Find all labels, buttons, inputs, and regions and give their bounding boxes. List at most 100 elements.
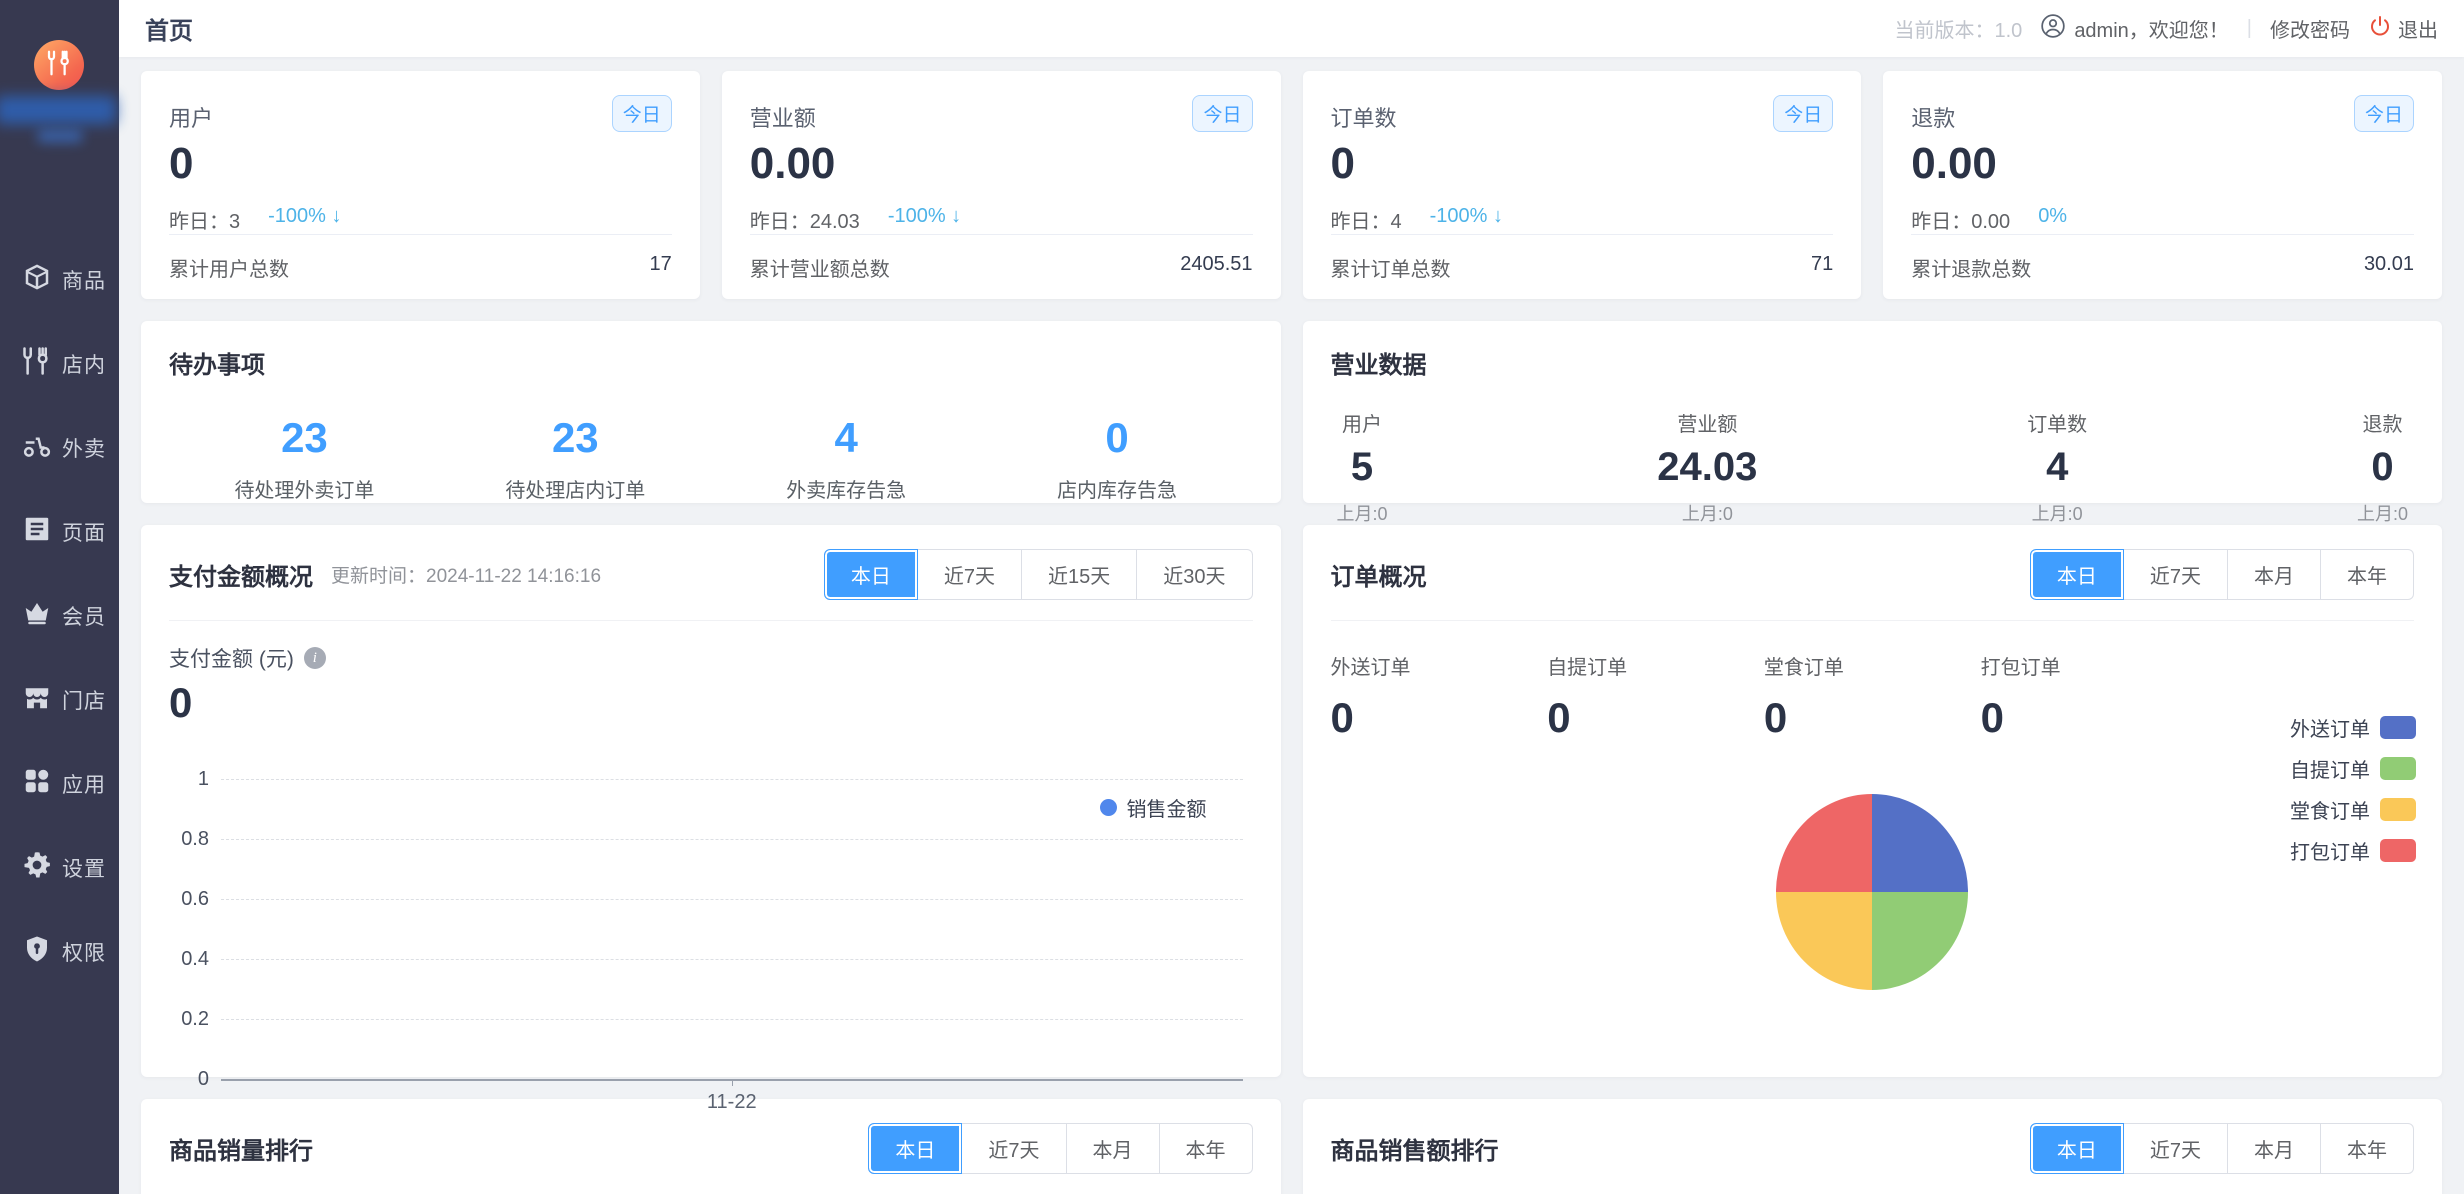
sidebar-item-label: 会员 xyxy=(62,601,106,631)
stat-card-refunds: 退款 今日 0.00 昨日：0.00 0% 累计退款总数 30.01 xyxy=(1883,71,2442,299)
tab-today[interactable]: 本日 xyxy=(868,1123,962,1174)
order-stat-pickup: 自提订单 0 xyxy=(1547,651,1764,742)
legend-swatch-icon xyxy=(2380,757,2416,780)
gridline xyxy=(221,839,1243,840)
today-badge: 今日 xyxy=(612,95,672,132)
divider: | xyxy=(2247,17,2252,40)
orders-range-tabs: 本日 近7天 本月 本年 xyxy=(2030,549,2414,600)
tab-month[interactable]: 本月 xyxy=(2228,549,2321,600)
power-icon xyxy=(2368,14,2392,44)
sidebar-item-settings[interactable]: 设置 xyxy=(0,826,119,910)
sidebar-item-pages[interactable]: 页面 xyxy=(0,490,119,574)
line-legend-sales-amount[interactable]: 销售金额 xyxy=(1100,793,1207,822)
logout-button[interactable]: 退出 xyxy=(2368,14,2438,44)
stat-footer-label: 累计退款总数 xyxy=(1911,253,2031,282)
tab-month[interactable]: 本月 xyxy=(2228,1123,2321,1174)
info-icon[interactable]: i xyxy=(304,647,326,669)
tab-year[interactable]: 本年 xyxy=(2321,1123,2414,1174)
y-axis-tick-label: 0.2 xyxy=(169,1008,209,1031)
pie-legend-packed[interactable]: 打包订单 xyxy=(2290,836,2416,865)
sidebar-item-goods[interactable]: 商品 xyxy=(0,238,119,322)
user-account[interactable]: admin，欢迎您！ xyxy=(2040,13,2228,45)
gridline xyxy=(221,1019,1243,1020)
ranking-amount-title: 商品销售额排行 xyxy=(1331,1131,1499,1166)
tab-today[interactable]: 本日 xyxy=(824,549,918,600)
stat-yesterday: 昨日：24.03 xyxy=(750,205,860,234)
order-stat-dinein: 堂食订单 0 xyxy=(1764,651,1981,742)
stat-card-revenue: 营业额 今日 0.00 昨日：24.03 -100% ↓ 累计营业额总数 240… xyxy=(722,71,1281,299)
cutlery-logo-icon xyxy=(44,48,74,83)
sidebar-item-apps[interactable]: 应用 xyxy=(0,742,119,826)
sidebar-item-stores[interactable]: 门店 xyxy=(0,658,119,742)
gridline xyxy=(221,959,1243,960)
gridline xyxy=(221,899,1243,900)
sidebar-menu: 商品 店内 外卖 页面 会员 门店 应用 设置 xyxy=(0,238,119,994)
tab-today[interactable]: 本日 xyxy=(2030,1123,2124,1174)
sidebar-item-label: 店内 xyxy=(62,349,106,379)
todo-item-takeout-orders[interactable]: 23 待处理外卖订单 xyxy=(169,414,440,503)
y-axis-tick-label: 0.8 xyxy=(169,828,209,851)
page-icon xyxy=(22,514,62,550)
legend-label: 销售金额 xyxy=(1127,793,1207,822)
apps-icon xyxy=(22,766,62,802)
legend-swatch-icon xyxy=(2380,798,2416,821)
username: admin，欢迎您！ xyxy=(2074,14,2228,43)
sidebar-item-label: 页面 xyxy=(62,517,106,547)
cube-icon xyxy=(22,262,62,298)
rankings-row: 商品销量排行 本日 近7天 本月 本年 排名 商品名称 销量 商品销售额排行 本… xyxy=(141,1099,2442,1194)
change-password-link[interactable]: 修改密码 xyxy=(2270,14,2350,43)
tab-30days[interactable]: 近30天 xyxy=(1137,549,1252,600)
tab-month[interactable]: 本月 xyxy=(1067,1123,1160,1174)
y-axis-tick-label: 0 xyxy=(169,1068,209,1091)
payment-overview-card: 支付金额概况 更新时间：2024-11-22 14:16:16 本日 近7天 近… xyxy=(141,525,1281,1077)
stat-footer-label: 累计订单总数 xyxy=(1331,253,1451,282)
app-logo xyxy=(34,40,84,90)
blurred-brand-text xyxy=(0,96,116,124)
top-bar: 首页 当前版本：1.0 admin，欢迎您！ | 修改密码 退出 xyxy=(119,0,2464,57)
pie-legend-pickup[interactable]: 自提订单 xyxy=(2290,754,2416,783)
sidebar-item-label: 权限 xyxy=(62,937,106,967)
update-time: 更新时间：2024-11-22 14:16:16 xyxy=(331,561,601,588)
payment-metric-value: 0 xyxy=(169,679,1253,727)
pie-legend: 外送订单 自提订单 堂食订单 打包订单 xyxy=(2290,713,2416,865)
sidebar-item-members[interactable]: 会员 xyxy=(0,574,119,658)
tab-7days[interactable]: 近7天 xyxy=(962,1123,1066,1174)
todo-item-instore-orders[interactable]: 23 待处理店内订单 xyxy=(440,414,711,503)
tab-year[interactable]: 本年 xyxy=(1160,1123,1253,1174)
sidebar-item-takeout[interactable]: 外卖 xyxy=(0,406,119,490)
todo-title: 待办事项 xyxy=(169,345,1253,380)
user-avatar-icon xyxy=(2040,13,2066,45)
orders-title: 订单概况 xyxy=(1331,557,1427,592)
pie-legend-dinein[interactable]: 堂食订单 xyxy=(2290,795,2416,824)
todo-item-instore-stock[interactable]: 0 店内库存告急 xyxy=(982,414,1253,503)
business-item-orders: 订单数 4 上月:0 xyxy=(2027,408,2087,526)
payment-metric-label: 支付金额 (元) xyxy=(169,643,294,673)
tab-today[interactable]: 本日 xyxy=(2030,549,2124,600)
stat-footer-value: 2405.51 xyxy=(1180,253,1252,282)
stat-card-orders: 订单数 今日 0 昨日：4 -100% ↓ 累计订单总数 71 xyxy=(1303,71,1862,299)
todo-value: 23 xyxy=(169,414,440,462)
ranking-qty-title: 商品销量排行 xyxy=(169,1131,313,1166)
today-badge: 今日 xyxy=(2354,95,2414,132)
tab-15days[interactable]: 近15天 xyxy=(1022,549,1137,600)
sidebar-item-label: 商品 xyxy=(62,265,106,295)
order-stat-packed: 打包订单 0 xyxy=(1981,651,2198,742)
logout-label: 退出 xyxy=(2398,14,2438,43)
todo-item-takeout-stock[interactable]: 4 外卖库存告急 xyxy=(711,414,982,503)
tab-7days[interactable]: 近7天 xyxy=(2124,549,2228,600)
sidebar-item-label: 应用 xyxy=(62,769,106,799)
sidebar-item-permissions[interactable]: 权限 xyxy=(0,910,119,994)
stat-footer-label: 累计用户总数 xyxy=(169,253,289,282)
tab-7days[interactable]: 近7天 xyxy=(2124,1123,2228,1174)
todo-label: 外卖库存告急 xyxy=(711,474,982,503)
order-stat-delivery: 外送订单 0 xyxy=(1331,651,1548,742)
stat-title: 订单数 xyxy=(1331,101,1397,133)
sidebar-item-instore[interactable]: 店内 xyxy=(0,322,119,406)
today-badge: 今日 xyxy=(1773,95,1833,132)
tab-7days[interactable]: 近7天 xyxy=(918,549,1022,600)
tab-year[interactable]: 本年 xyxy=(2321,549,2414,600)
todo-value: 4 xyxy=(711,414,982,462)
pie-legend-delivery[interactable]: 外送订单 xyxy=(2290,713,2416,742)
page-title: 首页 xyxy=(145,11,193,46)
legend-swatch-icon xyxy=(2380,839,2416,862)
